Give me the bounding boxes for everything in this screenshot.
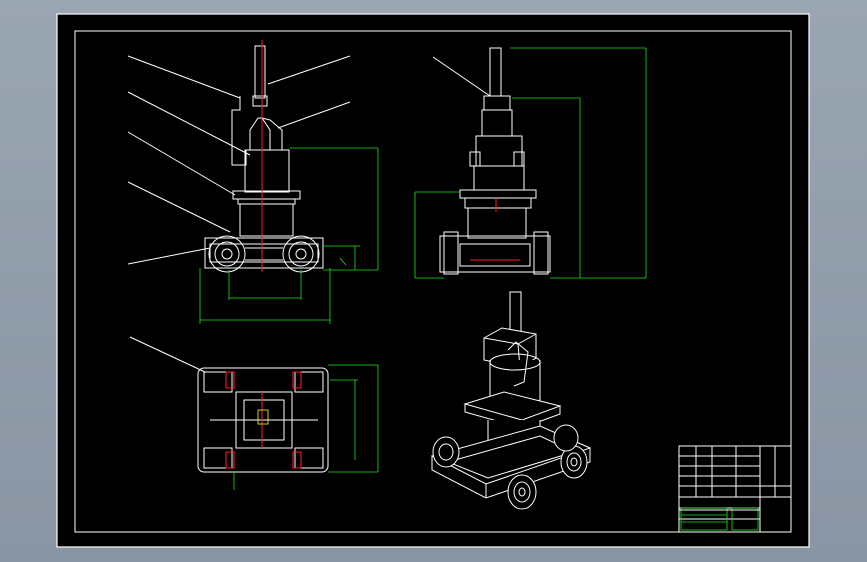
cad-drawing <box>56 13 810 548</box>
cad-viewport[interactable] <box>0 0 867 562</box>
